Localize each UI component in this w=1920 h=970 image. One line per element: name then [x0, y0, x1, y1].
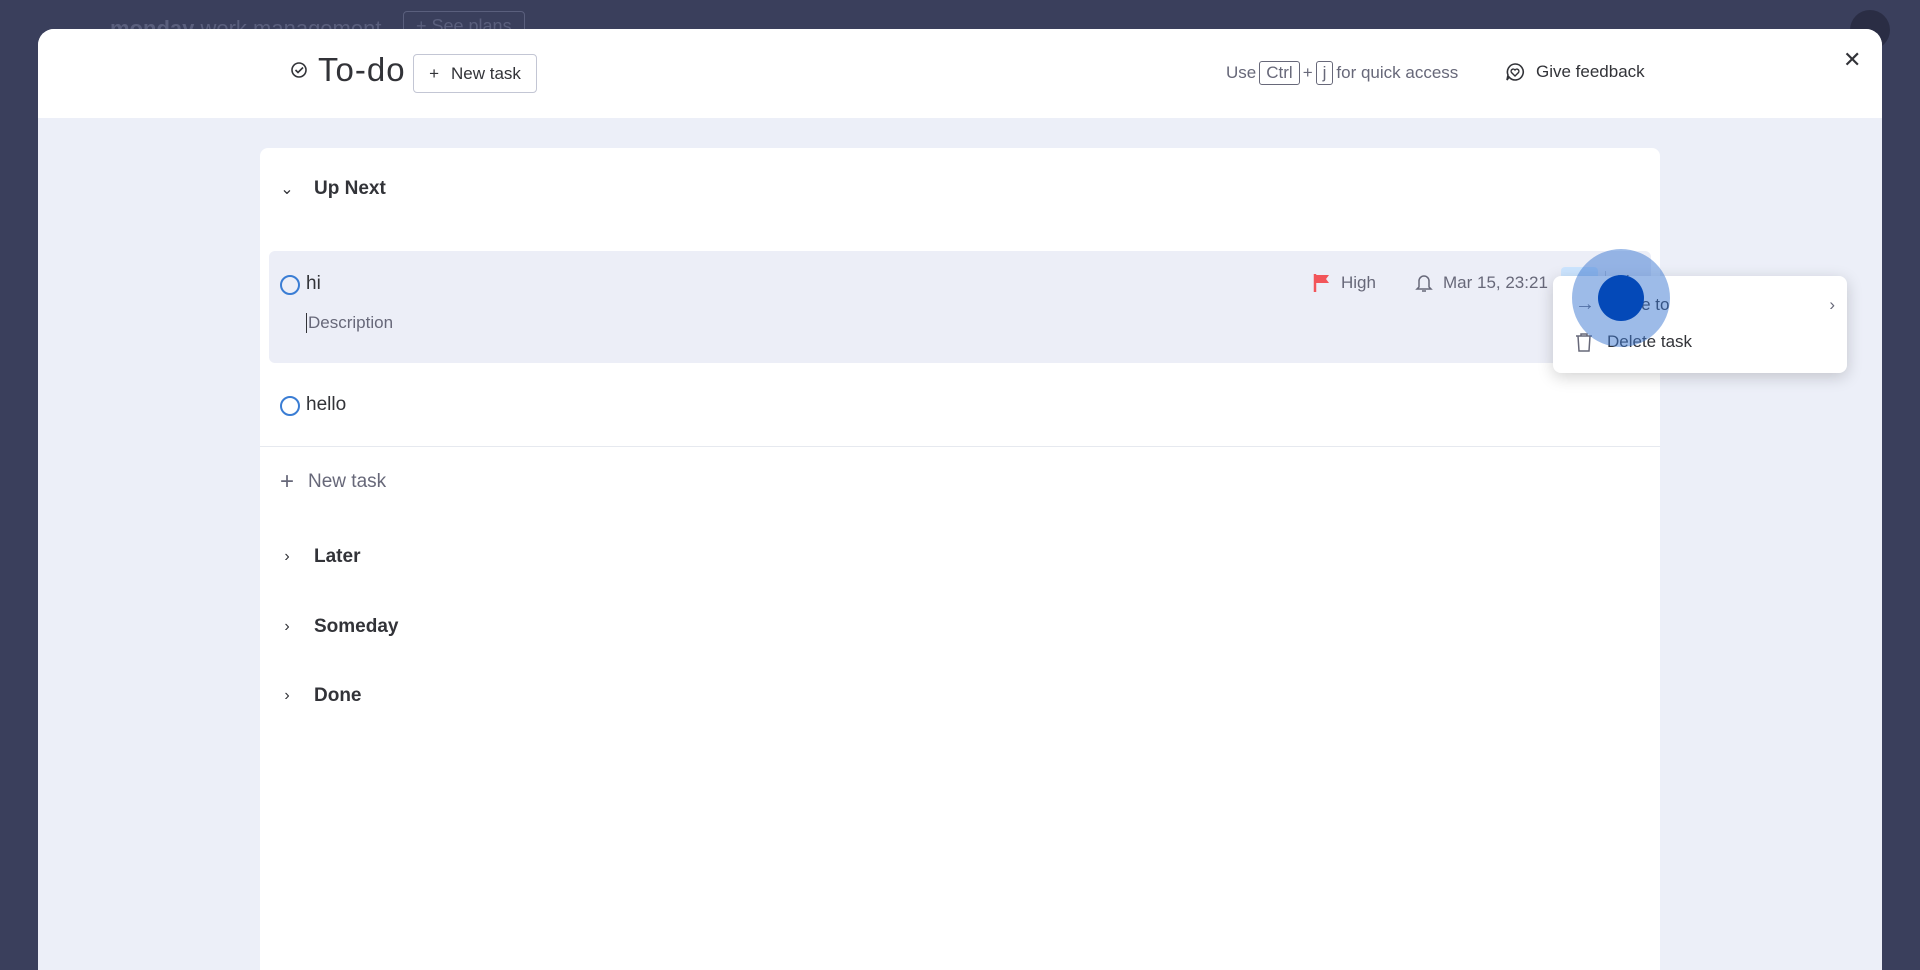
page-title: To-do [290, 51, 406, 89]
hint-suffix: for quick access [1336, 63, 1459, 82]
section-later[interactable]: › Later [260, 546, 360, 568]
hint-use: Use [1226, 63, 1257, 82]
plus-icon: + [429, 63, 439, 83]
hint-plus: + [1302, 63, 1313, 82]
section-label: Someday [314, 616, 399, 637]
flag-icon [1313, 274, 1329, 292]
kbd-ctrl: Ctrl [1259, 61, 1300, 85]
click-indicator-center [1598, 275, 1644, 321]
chevron-right-icon: › [1829, 294, 1835, 314]
chevron-down-icon: ⌄ [280, 181, 294, 198]
title-text: To-do [318, 51, 406, 88]
priority-label: High [1341, 273, 1376, 292]
section-up-next[interactable]: ⌄ Up Next [260, 178, 386, 200]
todo-list-card: ⌄ Up Next hi Description High Mar 15, 23:… [260, 148, 1660, 970]
task-complete-checkbox[interactable] [280, 275, 300, 295]
kbd-j: j [1315, 61, 1334, 85]
reminder-field[interactable]: Mar 15, 23:21 [1415, 273, 1548, 293]
close-icon[interactable]: ✕ [1843, 47, 1861, 73]
plus-icon: + [280, 468, 295, 495]
task-row[interactable]: hi Description High Mar 15, 23:21 ··· ✕ [269, 251, 1651, 363]
task-description-input[interactable]: Description [306, 313, 393, 333]
todo-modal: To-do + New task Use Ctrl + j for quick a… [38, 29, 1882, 970]
task-name[interactable]: hi [306, 273, 321, 295]
check-circle-icon [291, 62, 307, 78]
feedback-label: Give feedback [1536, 62, 1645, 81]
divider [260, 446, 1660, 447]
section-label: Later [314, 546, 361, 567]
quick-access-hint: Use Ctrl + j for quick access [1226, 61, 1458, 85]
task-name[interactable]: hello [306, 394, 346, 416]
new-task-label: New task [451, 63, 521, 83]
task-complete-checkbox[interactable] [280, 396, 300, 416]
add-new-task[interactable]: + New task [280, 468, 386, 496]
bell-icon [1415, 275, 1433, 292]
section-label: Up Next [314, 178, 386, 199]
modal-header: To-do + New task Use Ctrl + j for quick a… [38, 29, 1882, 118]
feedback-heart-icon [1506, 63, 1524, 81]
give-feedback-button[interactable]: Give feedback [1504, 61, 1645, 83]
task-row[interactable]: hello [269, 378, 1651, 438]
chevron-right-icon: › [284, 687, 290, 704]
chevron-right-icon: › [284, 618, 290, 635]
priority-field[interactable]: High [1313, 273, 1376, 293]
section-done[interactable]: › Done [260, 685, 362, 707]
new-task-button[interactable]: + New task [413, 54, 537, 93]
chevron-right-icon: › [284, 548, 290, 565]
reminder-label: Mar 15, 23:21 [1443, 273, 1548, 292]
add-task-label: New task [308, 471, 387, 492]
section-label: Done [314, 685, 362, 706]
section-someday[interactable]: › Someday [260, 616, 398, 638]
